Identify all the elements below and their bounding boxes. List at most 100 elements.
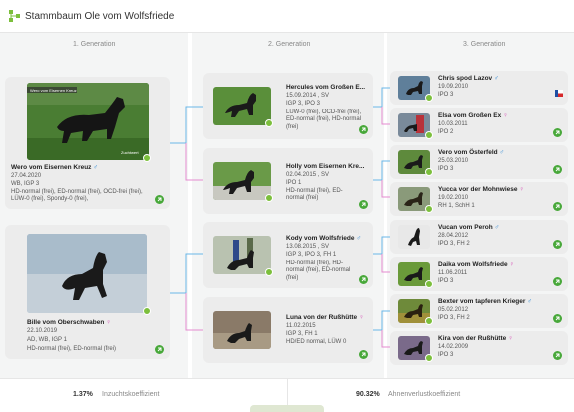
arrow-circle-icon[interactable] bbox=[359, 125, 368, 134]
dog-card-gen3[interactable]: Yucca vor der Mohnwiese ♀ 19.02.2010 RH … bbox=[390, 182, 568, 216]
play-icon[interactable] bbox=[265, 194, 273, 202]
play-icon[interactable] bbox=[265, 119, 273, 127]
dog-name[interactable]: Chris spod Lazov ♂ bbox=[438, 75, 499, 82]
dog-name[interactable]: Bexter vom tapferen Krieger ♂ bbox=[438, 298, 532, 305]
dog-titles: WB, IGP 3 bbox=[11, 181, 40, 187]
dog-card-gen2[interactable]: Holly vom Eisernen Kre... 02.04.2015 , S… bbox=[203, 148, 373, 214]
play-icon[interactable] bbox=[425, 317, 433, 325]
play-icon[interactable] bbox=[425, 205, 433, 213]
dog-name[interactable]: Daika vom Wolfsfriede ♀ bbox=[438, 261, 514, 268]
female-icon: ♀ bbox=[358, 314, 364, 321]
generation-3-label: 3. Generation bbox=[463, 41, 506, 48]
dog-health: HD-normal (frei), ED-normal (frei) bbox=[27, 346, 117, 352]
dog-card-gen3[interactable]: Daika vom Wolfsfriede ♀ 11.06.2011 IPO 3 bbox=[390, 257, 568, 291]
dog-titles: IPO 3 bbox=[438, 352, 454, 358]
dog-card-dam[interactable]: Bille vom Oberschwaben ♀ 22.10.2019 AD, … bbox=[5, 225, 170, 359]
dog-titles: IGP 3, IPO 3, FH 1 bbox=[286, 252, 337, 258]
dog-photo[interactable] bbox=[213, 87, 271, 125]
generation-2-label: 2. Generation bbox=[268, 41, 311, 48]
dog-card-gen3[interactable]: Chris spod Lazov ♂ 19.09.2010 IPO 3 bbox=[390, 71, 568, 105]
dog-titles: IGP 3, FH 1 bbox=[286, 331, 318, 337]
dog-titles: AD, WB, IGP 1 bbox=[27, 337, 67, 343]
inbreeding-value: 1.37% bbox=[73, 391, 93, 398]
dog-photo[interactable] bbox=[213, 236, 271, 274]
dog-name[interactable]: Vero vom Österfeld ♂ bbox=[438, 149, 504, 156]
page-header: Stammbaum Ole vom Wolfsfriede bbox=[0, 0, 574, 33]
dog-birthdate: 28.04.2012 bbox=[438, 233, 469, 239]
play-icon[interactable] bbox=[425, 131, 433, 139]
arrow-circle-icon[interactable] bbox=[553, 202, 562, 211]
dog-card-gen3[interactable]: Vero vom Österfeld ♂ 25.03.2010 IPO 3 bbox=[390, 145, 568, 179]
dog-card-gen2[interactable]: Kody vom Wolfsfriede ♂ 13.08.2015 , SV I… bbox=[203, 222, 373, 288]
dog-name[interactable]: Elsa vom Großen Ex ♀ bbox=[438, 112, 508, 119]
play-icon[interactable] bbox=[143, 307, 151, 315]
dog-photo[interactable] bbox=[27, 234, 147, 313]
dog-birthdate: 02.04.2015 , SV bbox=[286, 172, 330, 178]
dog-photo[interactable] bbox=[213, 311, 271, 349]
dog-birthdate: 19.02.2010 bbox=[438, 195, 469, 201]
play-icon[interactable] bbox=[425, 94, 433, 102]
play-icon[interactable] bbox=[425, 354, 433, 362]
dog-card-gen3[interactable]: Kira von der Rußhütte ♀ 14.02.2009 IPO 3 bbox=[390, 331, 568, 365]
photo-subcaption: Zuchtwert bbox=[121, 150, 139, 155]
play-icon[interactable] bbox=[425, 168, 433, 176]
female-icon: ♀ bbox=[106, 319, 111, 326]
dog-titles: IPO 3, FH 2 bbox=[438, 241, 470, 247]
dog-titles: IPO 2 bbox=[438, 129, 454, 135]
dog-birthdate: 11.06.2011 bbox=[438, 270, 468, 276]
arrow-circle-icon[interactable] bbox=[553, 314, 562, 323]
female-icon: ♀ bbox=[519, 186, 525, 193]
arrow-circle-icon[interactable] bbox=[553, 351, 562, 360]
arrow-circle-icon[interactable] bbox=[359, 200, 368, 209]
arrow-circle-icon[interactable] bbox=[553, 165, 562, 174]
dog-card-gen3[interactable]: Elsa vom Großen Ex ♀ 10.03.2011 IPO 2 bbox=[390, 108, 568, 142]
dog-card-sire[interactable]: Wero vom Eisernen Kreuz Zuchtwert Wero v… bbox=[5, 77, 170, 209]
arrow-circle-icon[interactable] bbox=[359, 275, 368, 284]
play-icon[interactable] bbox=[143, 154, 151, 162]
play-icon[interactable] bbox=[265, 268, 273, 276]
dog-card-gen3[interactable]: Vucan vom Peroh ♂ 28.04.2012 IPO 3, FH 2 bbox=[390, 220, 568, 254]
arrow-circle-icon[interactable] bbox=[553, 240, 562, 249]
dog-name[interactable]: Kira von der Rußhütte ♀ bbox=[438, 335, 513, 342]
dog-titles: IPO 3, FH 2 bbox=[438, 315, 470, 321]
dog-name[interactable]: Wero vom Eisernen Kreuz ♂ bbox=[11, 164, 98, 171]
dog-health: LÜW-0 (frei), OCD-frei (frei), ED-normal… bbox=[286, 109, 362, 130]
arrow-circle-icon[interactable] bbox=[155, 345, 164, 354]
dog-photo[interactable] bbox=[398, 225, 430, 249]
ancestor-loss-label: Ahnenverlustkoeffizient bbox=[388, 391, 461, 398]
dog-name[interactable]: Yucca vor der Mohnwiese ♀ bbox=[438, 186, 524, 193]
dog-photo[interactable] bbox=[213, 162, 271, 200]
dog-card-gen2[interactable]: Luna von der Rußhütte ♀ 11.02.2015 IGP 3… bbox=[203, 297, 373, 363]
dog-name[interactable]: Bille vom Oberschwaben ♀ bbox=[27, 319, 111, 326]
dog-photo[interactable]: Wero vom Eisernen Kreuz Zuchtwert bbox=[27, 83, 149, 160]
dog-card-gen2[interactable]: Hercules vom Großen E... 15.09.2014 , SV… bbox=[203, 73, 373, 139]
play-icon[interactable] bbox=[425, 280, 433, 288]
ancestor-loss-value: 90.32% bbox=[356, 391, 380, 398]
arrow-circle-icon[interactable] bbox=[553, 128, 562, 137]
dog-birthdate: 11.02.2015 bbox=[286, 323, 316, 329]
dog-birthdate: 10.03.2011 bbox=[438, 121, 468, 127]
male-icon: ♂ bbox=[494, 75, 499, 82]
dog-health: HD-normal (frei), HD-normal (frei), ED-n… bbox=[286, 260, 351, 281]
arrow-circle-icon[interactable] bbox=[155, 195, 164, 204]
bottom-scroll-tab[interactable] bbox=[250, 405, 324, 412]
dog-health: HD-normal (frei), ED-normal (frei) bbox=[286, 188, 343, 202]
arrow-circle-icon[interactable] bbox=[553, 277, 562, 286]
dog-birthdate: 22.10.2019 bbox=[27, 328, 58, 334]
arrow-circle-icon[interactable] bbox=[359, 350, 368, 359]
dog-name[interactable]: Hercules vom Großen E... bbox=[286, 84, 365, 91]
dog-name[interactable]: Holly vom Eisernen Kre... bbox=[286, 163, 364, 170]
dog-name[interactable]: Vucan vom Peroh ♂ bbox=[438, 224, 499, 231]
female-icon: ♀ bbox=[509, 261, 515, 268]
dog-card-gen3[interactable]: Bexter vom tapferen Krieger ♂ 05.02.2012… bbox=[390, 294, 568, 328]
dog-birthdate: 14.02.2009 bbox=[438, 344, 469, 350]
dog-birthdate: 25.03.2010 bbox=[438, 158, 469, 164]
dog-name[interactable]: Luna von der Rußhütte ♀ bbox=[286, 314, 364, 321]
male-icon: ♂ bbox=[494, 224, 500, 231]
dog-name[interactable]: Kody vom Wolfsfriede ♂ bbox=[286, 235, 361, 242]
dog-birthdate: 27.04.2020 bbox=[11, 173, 42, 179]
dog-titles: IPO 3 bbox=[438, 166, 454, 172]
dog-titles: IGP 3, IPO 3 bbox=[286, 101, 320, 107]
photo-caption: Wero vom Eisernen Kreuz bbox=[30, 88, 77, 93]
male-icon: ♂ bbox=[93, 164, 99, 171]
